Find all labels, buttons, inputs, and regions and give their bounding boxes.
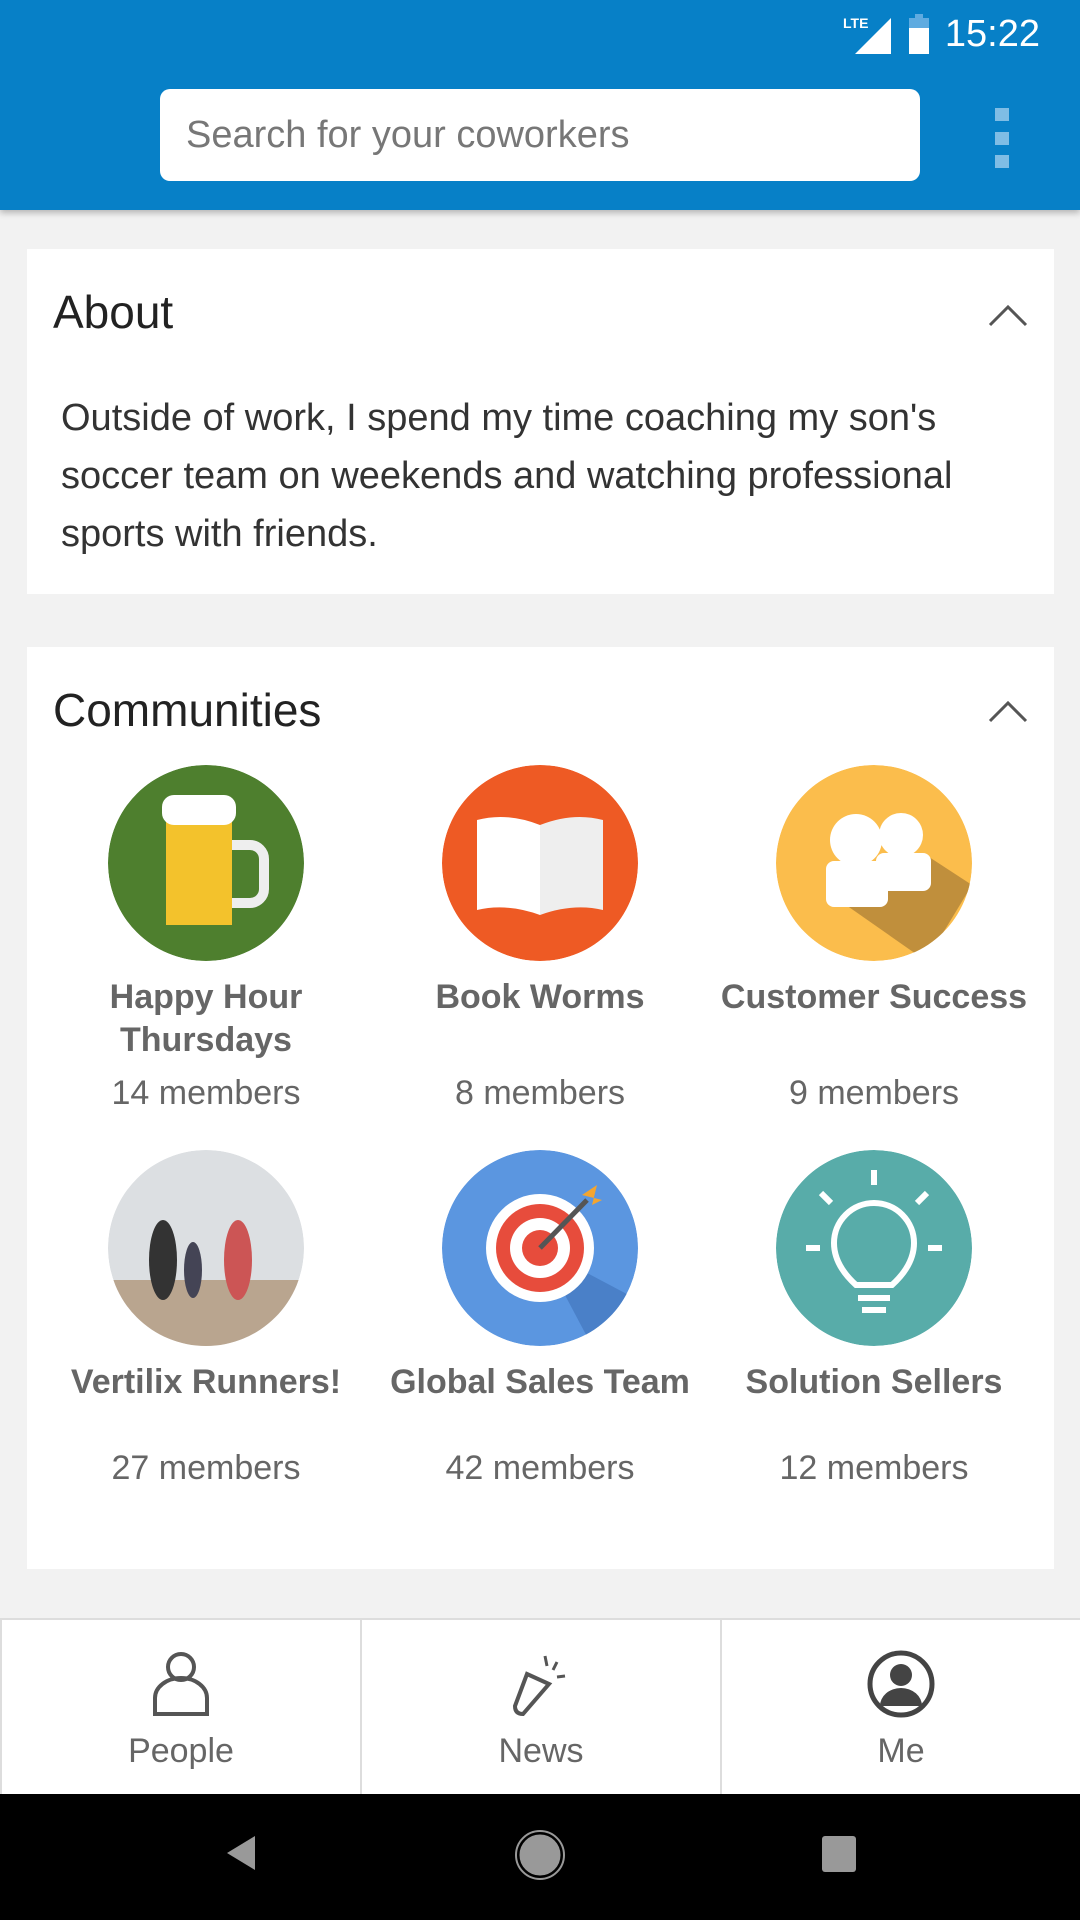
people-icon: [776, 765, 972, 961]
svg-text:LTE: LTE: [843, 15, 868, 31]
community-happy-hour-thursdays[interactable]: Happy Hour Thursdays 14 members: [41, 765, 371, 1113]
clock: 15:22: [944, 12, 1040, 55]
status-bar: LTE 15:22: [843, 12, 1040, 56]
communities-title: Communities: [53, 684, 322, 736]
community-global-sales-team[interactable]: Global Sales Team 42 members: [375, 1150, 705, 1488]
bottom-nav: People News Me: [0, 1618, 1080, 1794]
open-book-icon: [442, 765, 638, 961]
lightbulb-icon: [776, 1150, 972, 1346]
tab-people[interactable]: People: [0, 1620, 360, 1794]
lte-signal-icon: LTE: [843, 15, 891, 54]
chevron-up-icon[interactable]: [988, 699, 1028, 723]
community-solution-sellers[interactable]: Solution Sellers 12 members: [709, 1150, 1039, 1488]
beer-mug-icon: [108, 765, 304, 961]
back-icon[interactable]: [225, 1834, 257, 1872]
communities-card: Communities Happy Hour Thursdays 14 memb…: [27, 647, 1054, 1569]
about-card: About Outside of work, I spend my time c…: [27, 249, 1054, 594]
runners-photo: [108, 1150, 304, 1346]
community-vertilix-runners[interactable]: Vertilix Runners! 27 members: [41, 1150, 371, 1488]
account-circle-icon: [867, 1650, 935, 1718]
tab-me[interactable]: Me: [720, 1620, 1080, 1794]
community-customer-success[interactable]: Customer Success 9 members: [709, 765, 1039, 1113]
about-text: Outside of work, I spend my time coachin…: [61, 397, 953, 555]
home-icon[interactable]: [515, 1830, 565, 1880]
flashlight-icon: [512, 1655, 566, 1717]
person-outline-icon: [153, 1652, 209, 1716]
system-nav-bar: [0, 1794, 1080, 1920]
app-header: LTE 15:22: [0, 0, 1080, 210]
search-input[interactable]: [160, 89, 920, 181]
target-icon: [442, 1150, 638, 1346]
community-book-worms[interactable]: Book Worms 8 members: [375, 765, 705, 1113]
battery-icon: [908, 14, 929, 54]
recents-icon[interactable]: [822, 1836, 856, 1872]
tab-news[interactable]: News: [360, 1620, 720, 1794]
chevron-up-icon[interactable]: [988, 303, 1028, 327]
about-title: About: [53, 286, 174, 338]
kebab-menu-icon[interactable]: [995, 108, 1015, 168]
